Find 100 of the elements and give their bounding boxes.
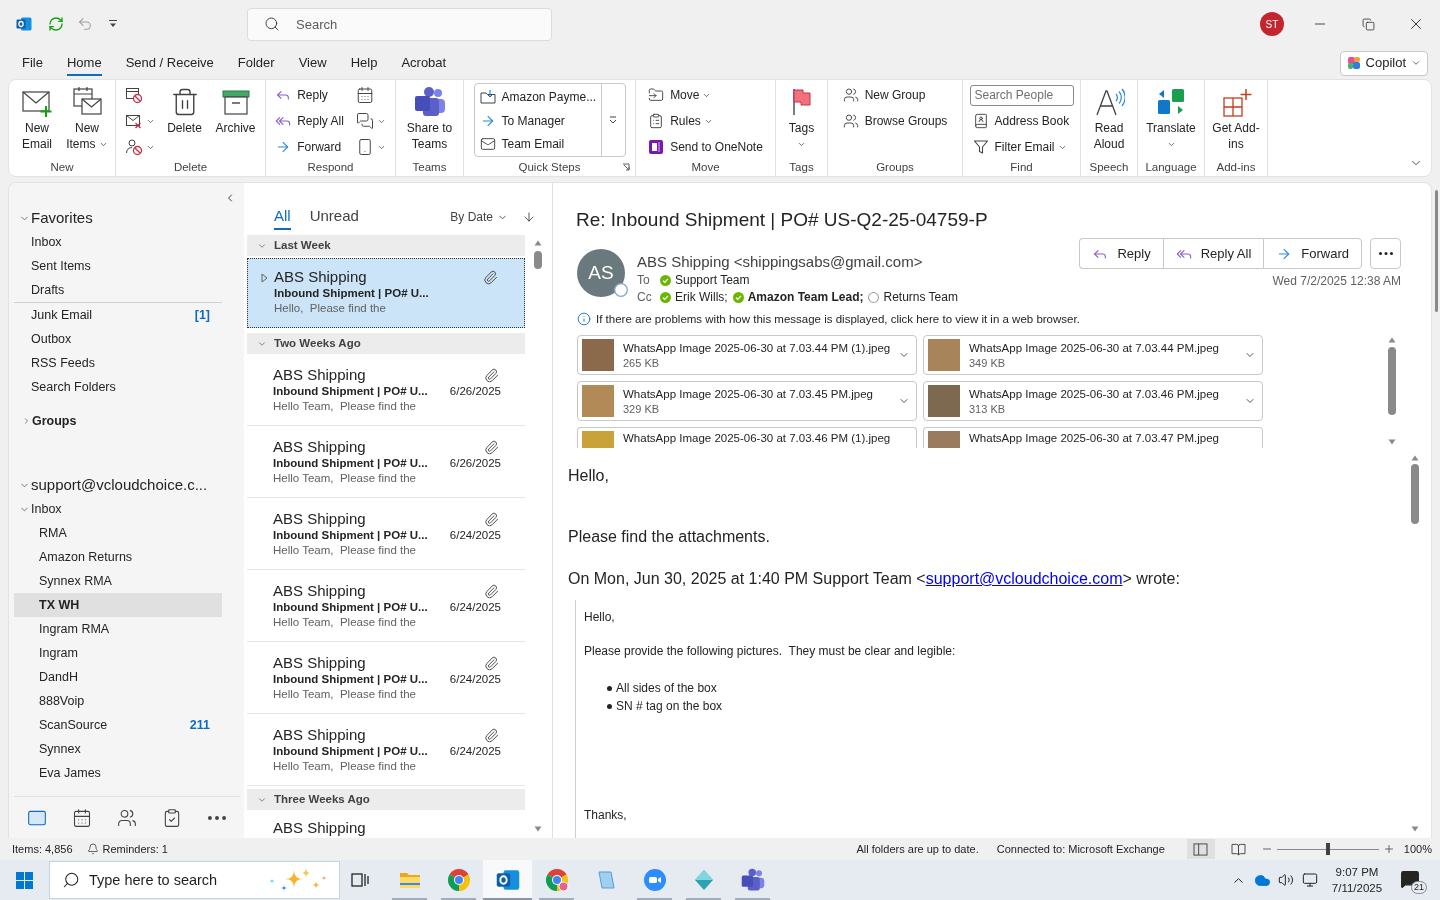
forward-button[interactable]: Forward bbox=[272, 134, 347, 160]
attachment-card[interactable]: WhatsApp Image 2025-06-30 at 7.03.44 PM (1).jpeg 265 KB bbox=[577, 335, 917, 375]
more-actions-button[interactable] bbox=[1370, 238, 1401, 269]
delete-button[interactable]: Delete bbox=[163, 82, 206, 158]
taskbar-app-button[interactable] bbox=[483, 860, 532, 900]
filter-email-button[interactable]: Filter Email bbox=[969, 134, 1074, 160]
message-item[interactable]: ABS Shipping Inbound Shipment | PO# U... Hello, Please find the bbox=[247, 258, 525, 328]
normal-view-button[interactable] bbox=[1186, 839, 1215, 859]
folder-item[interactable]: Drafts bbox=[14, 278, 222, 302]
attachment-card[interactable]: WhatsApp Image 2025-06-30 at 7.03.45 PM.jpeg 329 KB bbox=[577, 381, 917, 421]
menu-tab[interactable]: View bbox=[288, 50, 337, 76]
scrollbar-thumb[interactable] bbox=[1434, 190, 1438, 312]
groups-header[interactable]: Groups bbox=[14, 409, 244, 433]
scrollbar-thumb[interactable] bbox=[534, 251, 542, 269]
tags-button[interactable]: Tags bbox=[784, 82, 819, 158]
calendar-icon[interactable] bbox=[71, 807, 92, 828]
folder-item[interactable]: 888Voip bbox=[14, 689, 222, 713]
reminders-count[interactable]: Reminders: 1 bbox=[102, 840, 168, 858]
new-email-button[interactable]: New Email bbox=[15, 82, 59, 158]
recipient-name[interactable]: Amazon Team Lead; bbox=[747, 289, 864, 306]
folder-item[interactable]: Inbox bbox=[14, 230, 222, 254]
translate-button[interactable]: Translate bbox=[1142, 82, 1200, 158]
message-group-header[interactable]: Last Week bbox=[247, 235, 525, 256]
menu-tab[interactable]: Home bbox=[56, 50, 112, 76]
message-item[interactable]: ABS Shipping Inbound Shipment | PO# U... 6/24/2025 Hello Team, Please find the bbox=[247, 714, 525, 786]
more-icon[interactable] bbox=[208, 815, 227, 820]
filter-tab[interactable]: Unread bbox=[309, 206, 359, 230]
folder-item[interactable]: TX WH bbox=[14, 593, 222, 617]
new-group-button[interactable]: New Group bbox=[839, 82, 951, 108]
display-problem-notice[interactable]: If there are problems with how this message is displayed, click here to view it in a web browser. bbox=[596, 311, 1080, 327]
folder-item[interactable]: Search Folders bbox=[14, 375, 222, 399]
folder-item[interactable]: Synnex RMA bbox=[14, 569, 222, 593]
folder-item[interactable]: Eva James bbox=[14, 761, 222, 785]
attachment-card[interactable]: WhatsApp Image 2025-06-30 at 7.03.46 PM (1).jpeg bbox=[577, 427, 917, 448]
folder-item[interactable]: DandH bbox=[14, 665, 222, 689]
quick-step-item[interactable]: To Manager bbox=[477, 108, 601, 133]
filter-tab[interactable]: All bbox=[274, 206, 291, 230]
folder-item[interactable]: Junk Email [1] bbox=[14, 303, 222, 327]
folder-item[interactable]: Amazon Returns bbox=[14, 545, 222, 569]
start-icon[interactable] bbox=[15, 871, 33, 889]
app-logo-icon[interactable] bbox=[16, 16, 32, 32]
recipient-name[interactable]: Returns Team bbox=[883, 289, 958, 306]
sort-button[interactable]: By Date bbox=[450, 207, 508, 230]
favorites-header[interactable]: Favorites bbox=[14, 206, 244, 230]
attachment-card[interactable]: WhatsApp Image 2025-06-30 at 7.03.46 PM.jpeg 313 KB bbox=[923, 381, 1263, 421]
menu-tab[interactable]: Acrobat bbox=[391, 50, 457, 76]
quick-step-item[interactable]: Team Email bbox=[477, 132, 601, 156]
slider-thumb[interactable] bbox=[1325, 843, 1330, 855]
quick-step-item[interactable]: Amazon Payme... bbox=[477, 85, 601, 109]
recipient-name[interactable]: Erik Wills; bbox=[675, 289, 728, 306]
dialog-launcher-icon[interactable] bbox=[622, 163, 630, 171]
search-field[interactable]: Search bbox=[247, 7, 552, 41]
scroll-down-icon[interactable] bbox=[534, 826, 542, 832]
folder-item[interactable]: RMA bbox=[14, 521, 222, 545]
sync-icon[interactable] bbox=[48, 16, 64, 32]
folder-item[interactable]: Inbox bbox=[14, 497, 222, 521]
account-header[interactable]: support@vcloudchoice.c... bbox=[14, 473, 244, 497]
zoom-percent[interactable]: 100% bbox=[1403, 840, 1432, 858]
get-add-ins-button[interactable]: Get Add-ins bbox=[1211, 82, 1261, 158]
send-to-onenote-button[interactable]: Send to OneNote bbox=[645, 134, 766, 160]
attachment-card[interactable]: WhatsApp Image 2025-06-30 at 7.03.44 PM.jpeg 349 KB bbox=[923, 335, 1263, 375]
menu-tab[interactable]: File bbox=[12, 50, 53, 76]
menu-tab[interactable]: Help bbox=[340, 50, 388, 76]
browse-groups-button[interactable]: Browse Groups bbox=[839, 108, 951, 134]
scroll-up-icon[interactable] bbox=[534, 240, 542, 246]
folder-item[interactable]: RSS Feeds bbox=[14, 351, 222, 375]
folder-item[interactable]: Ingram RMA bbox=[14, 617, 222, 641]
reply-all-button[interactable]: Reply All bbox=[1162, 238, 1264, 269]
message-group-header[interactable]: Three Weeks Ago bbox=[247, 789, 525, 810]
folder-item[interactable]: Synnex bbox=[14, 737, 222, 761]
expand-triangle-icon[interactable] bbox=[261, 273, 268, 283]
task-view-icon[interactable] bbox=[351, 871, 369, 889]
new-items-button[interactable]: New Items bbox=[65, 82, 109, 158]
copilot-button[interactable]: Copilot bbox=[1339, 50, 1428, 76]
email-link[interactable]: support@vcloudchoice.com bbox=[925, 570, 1123, 587]
taskbar-search-field[interactable]: Type here to search bbox=[49, 861, 340, 899]
folder-item[interactable]: Ingram bbox=[14, 641, 222, 665]
speaker-icon[interactable] bbox=[1278, 872, 1294, 888]
chevron-right-icon[interactable] bbox=[22, 416, 31, 426]
message-group-header[interactable]: Two Weeks Ago bbox=[247, 333, 525, 354]
undo-icon[interactable] bbox=[77, 16, 93, 32]
forward-button[interactable]: Forward bbox=[1263, 238, 1362, 269]
zoom-in-icon[interactable] bbox=[1382, 843, 1395, 855]
menu-tab[interactable]: Send / Receive bbox=[115, 50, 224, 76]
message-item[interactable]: ABS Shipping Inbound Shipment | PO# U... 6/26/2025 Hello Team, Please find the bbox=[247, 354, 525, 426]
message-item[interactable]: ABS Shipping Inbound Shipment | PO# U... 6/24/2025 Hello Team, Please find the bbox=[247, 570, 525, 642]
address-book-button[interactable]: Address Book bbox=[969, 108, 1074, 134]
customize-toolbar-icon[interactable] bbox=[108, 19, 118, 29]
menu-tab[interactable]: Folder bbox=[227, 50, 285, 76]
archive-button[interactable]: Archive bbox=[211, 82, 260, 158]
reply-button[interactable]: Reply bbox=[1079, 238, 1163, 269]
message-item[interactable]: ABS Shipping Inbound Shipment | PO# U... 6/24/2025 Hello Team, Please find the bbox=[247, 498, 525, 570]
search-people-field[interactable]: Search People bbox=[969, 84, 1074, 106]
account-avatar[interactable]: ST bbox=[1260, 12, 1284, 36]
reply-button[interactable]: Reply bbox=[272, 82, 347, 108]
people-icon[interactable] bbox=[117, 807, 137, 828]
rules-button[interactable]: Rules bbox=[645, 108, 766, 134]
restore-icon[interactable] bbox=[1361, 17, 1375, 31]
folder-item[interactable]: ScanSource 211 bbox=[14, 713, 222, 737]
folder-item[interactable]: Sent Items bbox=[14, 254, 222, 278]
